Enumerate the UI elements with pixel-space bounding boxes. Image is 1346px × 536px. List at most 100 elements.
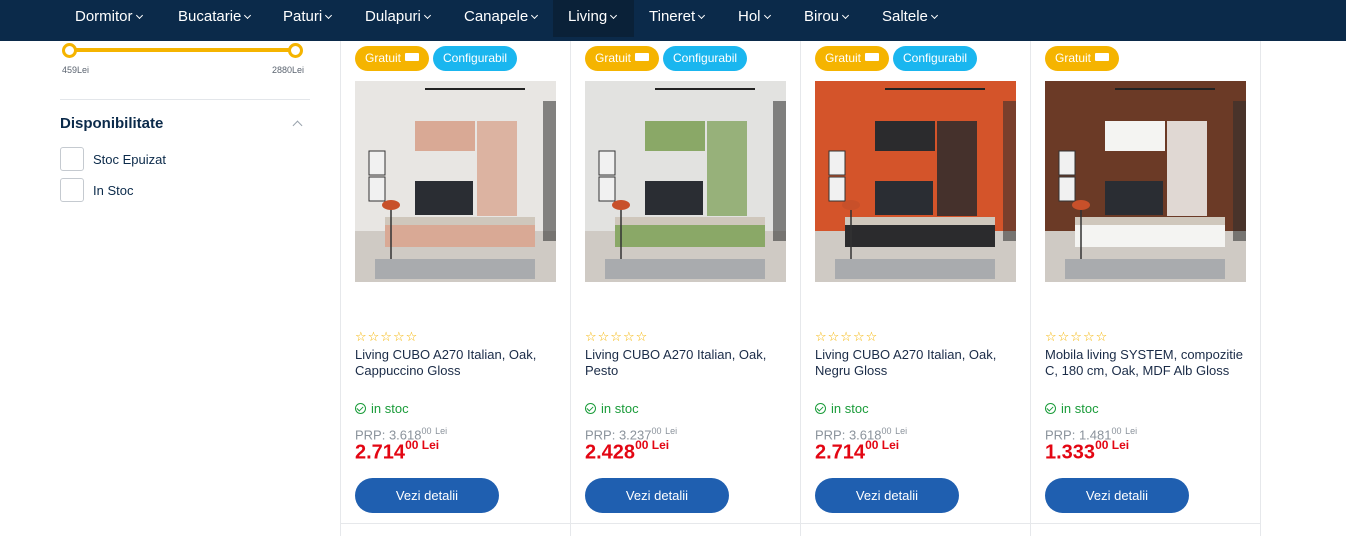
image-frame [368,176,386,202]
image-wall-cabinet [415,121,475,151]
nav-item-saltele[interactable]: Saltele [882,0,938,37]
current-price: 2.71400 Lei [815,438,900,465]
price-decimals: 00 Lei [865,438,900,452]
availability-filter-title[interactable]: Disponibilitate [60,115,163,132]
chevron-up-icon[interactable] [292,120,303,131]
image-frame [828,150,846,176]
stock-status: in stoc [815,401,869,416]
nav-item-living[interactable]: Living [553,0,634,37]
product-badges: Gratuit Configurabil [585,46,748,71]
prp-decimals: 00 [1111,426,1122,436]
image-rug [835,259,995,279]
product-image[interactable] [585,81,786,282]
rating-stars[interactable]: ☆☆☆☆☆ [355,329,418,345]
nav-label: Dulapuri [365,8,421,25]
filter-option-label: Stoc Epuizat [93,151,166,167]
product-name[interactable]: Living CUBO A270 Italian, Oak, Negru Glo… [815,347,1020,379]
image-tv-unit-top [615,217,765,225]
nav-label: Birou [804,8,840,25]
product-card: Gratuit ☆☆☆☆☆ Mobila living SYSTEM, compoz… [1031,41,1261,523]
chevron-down-icon [930,11,938,20]
stock-label: in stoc [371,401,409,416]
product-photo[interactable] [585,81,786,282]
check-circle-icon [1045,403,1056,414]
filter-option-stoc-epuizat[interactable]: Stoc Epuizat [60,147,166,171]
price-integer: 2.428 [585,441,636,464]
chevron-down-icon [244,11,252,20]
image-lamp-shade [612,200,630,210]
nav-item-canapele[interactable]: Canapele [464,0,539,37]
product-name[interactable]: Living CUBO A270 Italian, Oak, Cappuccin… [355,347,560,379]
price-slider-track[interactable] [69,48,296,52]
badge-label: Gratuit [365,51,402,65]
prp-decimals: 00 [881,426,892,436]
checkbox[interactable] [60,178,84,202]
image-tv-unit [385,225,535,247]
price-slider-max-handle[interactable] [288,43,303,58]
current-price: 1.33300 Lei [1045,438,1129,465]
image-wall-cabinet [645,121,705,151]
product-image[interactable] [355,81,556,282]
image-window [773,101,786,241]
price-max-label: 2880Lei [272,65,305,75]
view-details-button[interactable]: Vezi detalii [815,478,959,513]
price-slider-min-handle[interactable] [62,43,77,58]
image-tv-unit [845,225,995,247]
check-circle-icon [585,403,596,414]
image-lamp-shade [842,200,860,210]
image-frame [828,176,846,202]
product-photo[interactable] [815,81,1016,282]
image-window [1003,101,1016,241]
prp-decimals: 00 [651,426,662,436]
prp-currency: Lei [1125,426,1138,436]
prp-decimals: 00 [421,426,432,436]
price-integer: 2.714 [815,441,866,464]
nav-item-dulapuri[interactable]: Dulapuri [365,0,431,37]
nav-item-hol[interactable]: Hol [738,0,771,37]
badge-configurable: Configurabil [663,46,748,71]
product-photo[interactable] [355,81,556,282]
product-name[interactable]: Living CUBO A270 Italian, Oak, Pesto [585,347,790,379]
rating-stars[interactable]: ☆☆☆☆☆ [1045,329,1108,345]
image-lamp-shade [382,200,400,210]
current-price: 2.71400 Lei [355,438,440,465]
filter-option-in-stoc[interactable]: In Stoc [60,178,133,202]
chevron-down-icon [841,11,850,20]
image-window [1233,101,1246,241]
truck-icon [1095,53,1110,61]
product-image[interactable] [815,81,1016,282]
check-circle-icon [355,403,366,414]
image-frame [1058,176,1076,202]
image-lamp-shade [1072,200,1090,210]
product-photo[interactable] [1045,81,1246,282]
check-circle-icon [815,403,826,414]
nav-item-paturi[interactable]: Paturi [283,0,333,37]
rating-stars[interactable]: ☆☆☆☆☆ [585,329,648,345]
stock-label: in stoc [831,401,869,416]
view-details-button[interactable]: Vezi detalii [1045,478,1189,513]
image-tv-unit [1075,225,1225,247]
price-decimals: 00 Lei [405,438,440,452]
badge-configurable: Configurabil [893,46,978,71]
image-tall-cabinet [1167,121,1207,216]
price-decimals: 00 Lei [635,438,670,452]
product-image[interactable] [1045,81,1246,282]
rating-stars[interactable]: ☆☆☆☆☆ [815,329,878,345]
nav-item-birou[interactable]: Birou [804,0,850,37]
stock-status: in stoc [355,401,409,416]
image-wall-cabinet [1105,121,1165,151]
image-tv [645,181,703,215]
image-window [543,101,556,241]
view-details-button[interactable]: Vezi detalii [355,478,499,513]
image-tv-unit-top [1075,217,1225,225]
nav-item-dormitor[interactable]: Dormitor [75,0,143,37]
product-name[interactable]: Mobila living SYSTEM, compozitie C, 180 … [1045,347,1250,379]
badge-free-delivery: Gratuit [585,46,660,71]
truck-icon [865,53,880,61]
nav-label: Bucatarie [178,8,242,25]
view-details-button[interactable]: Vezi detalii [585,478,729,513]
chevron-down-icon [325,11,333,20]
nav-item-tineret[interactable]: Tineret [649,0,706,37]
nav-item-bucatarie[interactable]: Bucatarie [178,0,252,37]
checkbox[interactable] [60,147,84,171]
